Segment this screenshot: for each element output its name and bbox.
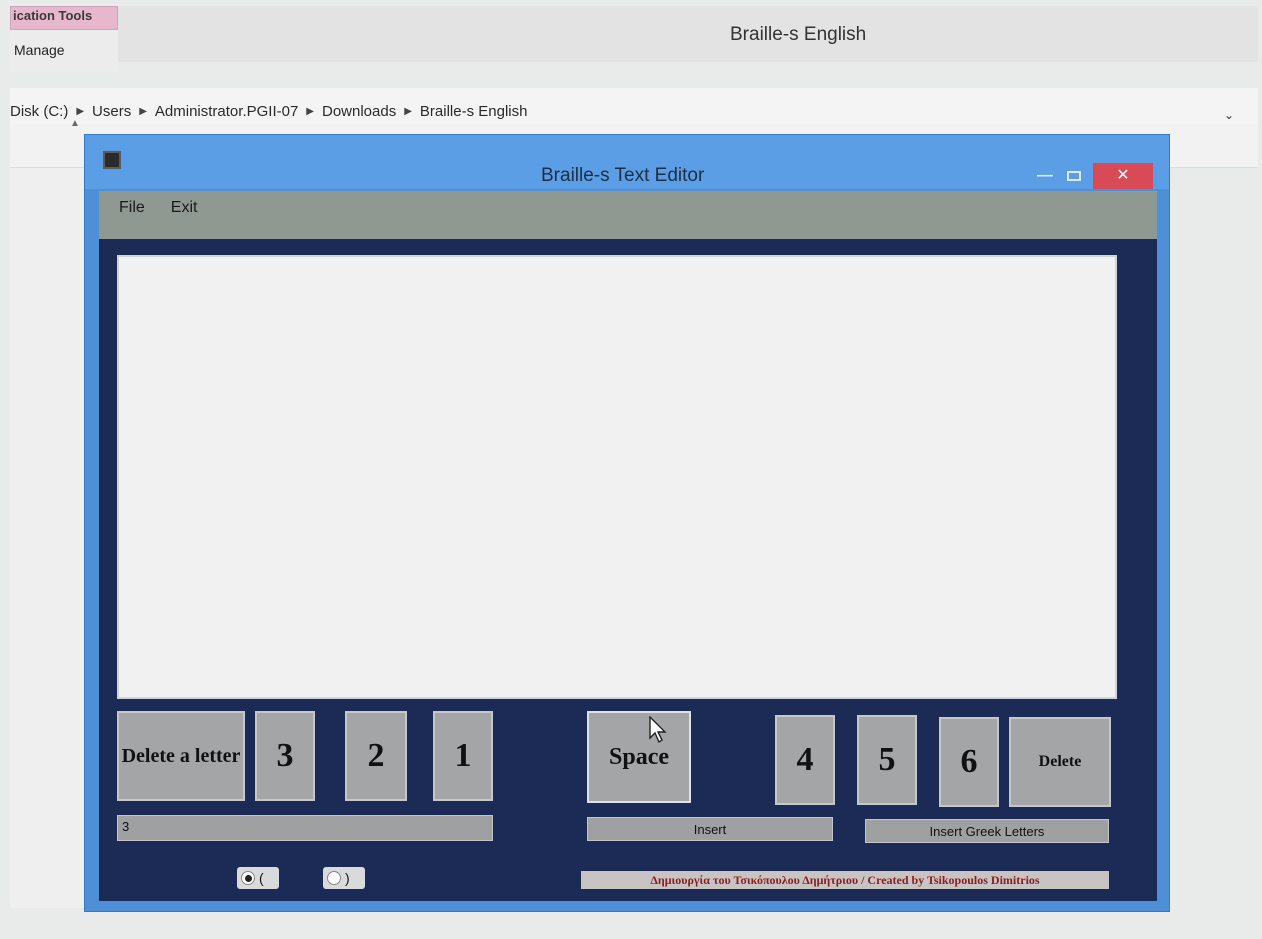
ribbon-tab-manage[interactable]: Manage: [10, 30, 118, 72]
breadcrumb-item[interactable]: Users: [92, 103, 131, 120]
breadcrumb-item[interactable]: Disk (C:): [10, 103, 68, 120]
menu-file[interactable]: File: [119, 199, 145, 239]
insert-greek-letters-button[interactable]: Insert Greek Letters: [865, 819, 1109, 843]
dot-6-button[interactable]: 6: [939, 717, 999, 807]
status-field: 3: [117, 815, 493, 841]
space-button[interactable]: Space: [587, 711, 691, 803]
dot-2-button[interactable]: 2: [345, 711, 407, 801]
dot-5-button[interactable]: 5: [857, 715, 917, 805]
breadcrumb-separator-icon: ▶: [139, 105, 147, 117]
radio-close-paren[interactable]: ): [323, 867, 365, 889]
maximize-icon[interactable]: [1067, 171, 1081, 181]
dot-4-button[interactable]: 4: [775, 715, 835, 805]
address-bar[interactable]: Disk (C:) ▶ Users ▶ Administrator.PGII-0…: [10, 88, 1258, 124]
breadcrumb-separator-icon: ▶: [404, 105, 412, 117]
radio-open-paren[interactable]: (: [237, 867, 279, 889]
delete-letter-button[interactable]: Delete a letter: [117, 711, 245, 801]
minimize-icon[interactable]: —: [1037, 167, 1053, 185]
menu-bar: File Exit: [99, 191, 1157, 239]
ribbon-context-tab[interactable]: ication Tools: [10, 6, 118, 30]
radio-open-label: (: [259, 870, 264, 886]
radio-unselected-icon[interactable]: [327, 871, 341, 885]
app-window-title: Braille-s Text Editor: [541, 165, 705, 186]
breadcrumb-separator-icon: ▶: [76, 105, 85, 117]
delete-button[interactable]: Delete: [1009, 717, 1111, 807]
chevron-down-icon[interactable]: ⌄: [1224, 108, 1234, 122]
dot-1-button[interactable]: 1: [433, 711, 493, 801]
app-title-bar[interactable]: Braille-s Text Editor — ✕: [85, 135, 1169, 189]
close-icon[interactable]: ✕: [1093, 163, 1153, 189]
sort-up-icon: ▲: [70, 118, 80, 129]
explorer-window-title: Braille-s English: [730, 24, 867, 45]
breadcrumb-item[interactable]: Braille-s English: [420, 103, 528, 120]
insert-button[interactable]: Insert: [587, 817, 833, 841]
menu-exit[interactable]: Exit: [171, 199, 198, 239]
mouse-pointer-icon: [649, 716, 667, 744]
navigation-pane: [10, 168, 88, 908]
credit-label: Δημιουργία του Τσικόπουλου Δημήτριου / C…: [581, 871, 1109, 889]
breadcrumb-item[interactable]: Administrator.PGII-07: [155, 103, 298, 120]
explorer-title-bar: [118, 6, 1258, 62]
app-client-area: File Exit Delete a letter 3 2 1 Space 4 …: [99, 191, 1157, 901]
braille-editor-window: Braille-s Text Editor — ✕ File Exit Dele…: [84, 134, 1170, 912]
radio-selected-icon[interactable]: [241, 871, 255, 885]
app-icon[interactable]: [103, 151, 121, 169]
dot-3-button[interactable]: 3: [255, 711, 315, 801]
breadcrumb-separator-icon: ▶: [306, 105, 314, 117]
text-editor-area[interactable]: [117, 255, 1117, 699]
breadcrumb-item[interactable]: Downloads: [322, 103, 396, 120]
radio-close-label: ): [345, 870, 350, 886]
